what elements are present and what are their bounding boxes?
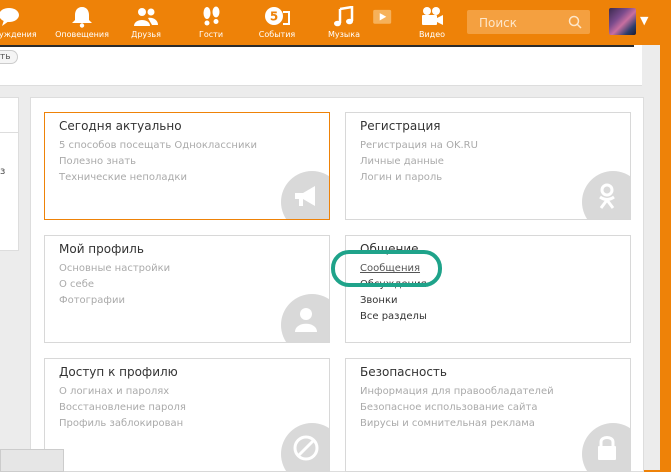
card-security-title: Безопасность: [360, 365, 447, 379]
friends-icon: [134, 8, 158, 26]
card-today-link[interactable]: Полезно знать: [59, 154, 257, 170]
events-icon: 5: [265, 7, 290, 25]
card-registration-title: Регистрация: [360, 119, 441, 133]
card-registration: Регистрация Регистрация на OK.RU Личные …: [345, 112, 631, 220]
nav-music[interactable]: Музыка: [321, 0, 367, 45]
nav-guests-label: Гости: [198, 30, 224, 39]
chevron-down-icon[interactable]: ▼: [640, 14, 648, 27]
nav-events-label: События: [258, 30, 296, 39]
card-today-link[interactable]: Технические неполадки: [59, 170, 257, 186]
card-communication-link[interactable]: Все разделы: [360, 309, 427, 325]
footprints-icon: [203, 6, 220, 26]
play-icon: [373, 9, 392, 24]
card-registration-link[interactable]: Регистрация на OK.RU: [360, 138, 478, 154]
card-access-title: Доступ к профилю: [59, 365, 178, 379]
card-communication-link[interactable]: Звонки: [360, 293, 427, 309]
play-button[interactable]: [370, 0, 396, 45]
card-security-link[interactable]: Информация для правообладателей: [360, 384, 554, 400]
ok-logo-icon: [582, 171, 630, 219]
left-panel-divider: [0, 132, 18, 133]
card-today: Сегодня актуально 5 способов посещать Од…: [44, 112, 330, 220]
card-profile-title: Мой профиль: [59, 242, 144, 256]
search-icon[interactable]: [568, 15, 582, 29]
card-registration-link[interactable]: Личные данные: [360, 154, 478, 170]
highlight-circle-annotation: [331, 250, 442, 287]
nav-notifications[interactable]: Оповещения: [55, 0, 109, 45]
search-box[interactable]: [467, 10, 590, 36]
blocked-icon: [281, 423, 329, 471]
video-camera-icon: [422, 7, 443, 25]
nav-video-label: Видео: [418, 30, 446, 39]
megaphone-icon: [281, 171, 329, 219]
page-content: ть з Сегодня актуально 5 способов посеща…: [0, 45, 660, 472]
nav-friends[interactable]: Друзья: [124, 0, 168, 45]
card-access-link[interactable]: Профиль заблокирован: [59, 416, 186, 432]
chat-bubbles-icon: [0, 8, 19, 26]
card-profile: Мой профиль Основные настройки О себе Фо…: [44, 235, 330, 343]
nav-discussions[interactable]: Обсуждения: [0, 0, 38, 45]
nav-video[interactable]: Видео: [410, 0, 454, 45]
nav-friends-label: Друзья: [131, 30, 161, 39]
nav-guests[interactable]: Гости: [189, 0, 233, 45]
lock-icon: [582, 423, 630, 471]
card-profile-link[interactable]: О себе: [59, 277, 170, 293]
card-access-link[interactable]: Восстановление пароля: [59, 400, 186, 416]
help-sections-panel: Сегодня актуально 5 способов посещать Од…: [30, 97, 644, 472]
card-security-link[interactable]: Безопасное использование сайта: [360, 400, 554, 416]
top-card: ть: [0, 45, 642, 86]
card-access-link[interactable]: О логинах и паролях: [59, 384, 186, 400]
left-panel-text: з: [0, 166, 6, 177]
svg-text:5: 5: [270, 10, 278, 24]
card-security: Безопасность Информация для правообладат…: [345, 358, 631, 472]
top-card-chip[interactable]: ть: [0, 50, 18, 64]
user-icon: [281, 294, 329, 342]
card-access: Доступ к профилю О логинах и паролях Вос…: [44, 358, 330, 472]
avatar[interactable]: [609, 8, 636, 35]
nav-events[interactable]: 5 События: [255, 0, 299, 45]
nav-discussions-label: Обсуждения: [0, 30, 37, 39]
card-today-link[interactable]: 5 способов посещать Одноклассники: [59, 138, 257, 154]
music-note-icon: [334, 6, 354, 27]
bell-icon: [72, 7, 92, 28]
top-card-border: [0, 45, 634, 47]
left-side-panel: з: [0, 97, 19, 251]
nav-music-label: Музыка: [328, 30, 360, 39]
bottom-left-bar: [0, 449, 64, 472]
card-profile-link[interactable]: Фотографии: [59, 293, 170, 309]
card-registration-link[interactable]: Логин и пароль: [360, 170, 478, 186]
nav-notifications-label: Оповещения: [55, 30, 109, 39]
card-profile-link[interactable]: Основные настройки: [59, 261, 170, 277]
top-navigation-bar: Обсуждения Оповещения Друзья Гости 5 Соб…: [0, 0, 671, 45]
search-input[interactable]: [467, 10, 576, 36]
card-security-link[interactable]: Вирусы и сомнительная реклама: [360, 416, 554, 432]
card-today-title: Сегодня актуально: [59, 119, 182, 133]
